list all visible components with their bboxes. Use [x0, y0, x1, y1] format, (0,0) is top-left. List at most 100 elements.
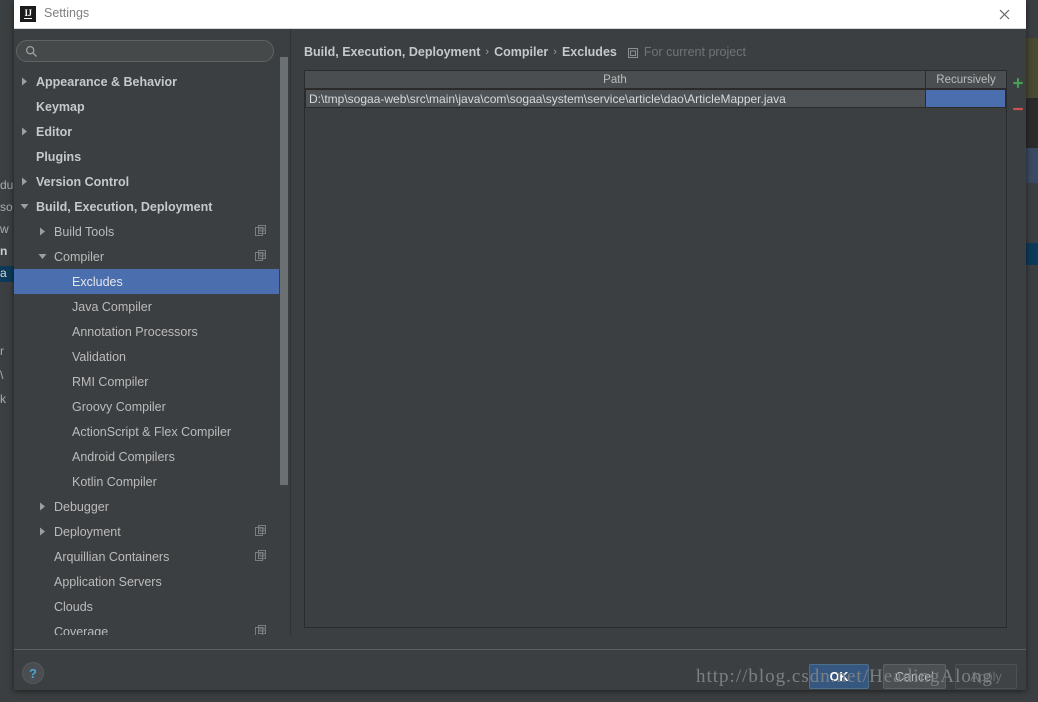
- sidebar-item-label: Debugger: [54, 499, 109, 514]
- settings-tree: Appearance & Behavior Keymap Editor Plugins…: [14, 69, 279, 635]
- sidebar-item-build-tools[interactable]: Build Tools: [14, 219, 279, 244]
- column-header-recursively[interactable]: Recursively: [926, 71, 1006, 88]
- sidebar-item-kotlin-compiler[interactable]: Kotlin Compiler: [14, 469, 279, 494]
- sidebar-item-groovy-compiler[interactable]: Groovy Compiler: [14, 394, 279, 419]
- background-strip-blue: [1026, 148, 1038, 183]
- sidebar-item-excludes[interactable]: Excludes: [14, 269, 279, 294]
- apply-button: Apply: [955, 664, 1017, 689]
- sidebar-item-label: Annotation Processors: [72, 324, 198, 339]
- add-path-button[interactable]: [1010, 70, 1026, 96]
- chevron-right-icon[interactable]: [35, 519, 49, 544]
- background-text-fragment: k: [0, 392, 6, 406]
- sidebar-item-version-control[interactable]: Version Control: [14, 169, 279, 194]
- sidebar-item-label: Coverage: [54, 624, 109, 636]
- sidebar-item-label: Plugins: [36, 149, 82, 164]
- help-button[interactable]: ?: [22, 662, 44, 684]
- breadcrumb-item-1[interactable]: Compiler: [494, 45, 548, 59]
- breadcrumb-separator: ›: [485, 46, 490, 58]
- sidebar-item-build-execution-deployment[interactable]: Build, Execution, Deployment: [14, 194, 279, 219]
- ok-button[interactable]: OK: [809, 664, 869, 689]
- dialog-titlebar: IJ Settings: [14, 0, 1026, 29]
- chevron-right-icon[interactable]: [35, 494, 49, 519]
- sidebar-item-deployment[interactable]: Deployment: [14, 519, 279, 544]
- sidebar-item-plugins[interactable]: Plugins: [14, 144, 279, 169]
- cell-recursively[interactable]: [926, 89, 1006, 108]
- search-icon: [25, 45, 38, 58]
- sidebar-item-rmi-compiler[interactable]: RMI Compiler: [14, 369, 279, 394]
- chevron-down-icon[interactable]: [17, 194, 31, 219]
- sidebar-scrollbar-thumb[interactable]: [280, 57, 288, 485]
- chevron-right-icon[interactable]: [35, 219, 49, 244]
- background-text-fragment: r: [0, 344, 4, 358]
- sidebar-item-compiler[interactable]: Compiler: [14, 244, 279, 269]
- background-text-fragment: du: [0, 178, 14, 192]
- sidebar-item-label: Java Compiler: [72, 299, 152, 314]
- module-settings-icon: [255, 525, 267, 537]
- sidebar-item-java-compiler[interactable]: Java Compiler: [14, 294, 279, 319]
- sidebar-item-coverage[interactable]: Coverage: [14, 619, 279, 635]
- sidebar-item-label: Kotlin Compiler: [72, 474, 157, 489]
- sidebar-item-keymap[interactable]: Keymap: [14, 94, 279, 119]
- project-scope-icon: [627, 47, 639, 59]
- sidebar-item-label: Validation: [72, 349, 126, 364]
- sidebar-scrollbar[interactable]: [279, 29, 289, 635]
- sidebar-item-label: Version Control: [36, 174, 130, 189]
- module-settings-icon: [255, 625, 267, 635]
- sidebar-item-android-compilers[interactable]: Android Compilers: [14, 444, 279, 469]
- sidebar-item-label: Android Compilers: [72, 449, 175, 464]
- module-settings-icon: [255, 250, 267, 262]
- module-settings-icon: [255, 225, 267, 237]
- sidebar-item-label: Editor: [36, 124, 73, 139]
- remove-path-button[interactable]: [1010, 96, 1026, 122]
- search-field-wrapper: [16, 40, 274, 62]
- sidebar-item-label: Clouds: [54, 599, 93, 614]
- sidebar-item-label: ActionScript & Flex Compiler: [72, 424, 232, 439]
- background-text-fragment: n: [0, 244, 8, 258]
- column-header-path[interactable]: Path: [305, 71, 926, 88]
- table-row[interactable]: D:\tmp\sogaa-web\src\main\java\com\sogaa…: [305, 89, 1006, 108]
- breadcrumb-item-0[interactable]: Build, Execution, Deployment: [304, 45, 480, 59]
- cell-path[interactable]: D:\tmp\sogaa-web\src\main\java\com\sogaa…: [305, 89, 926, 108]
- project-scope-label: For current project: [643, 45, 746, 59]
- sidebar-item-editor[interactable]: Editor: [14, 119, 279, 144]
- sidebar-item-appearance-behavior[interactable]: Appearance & Behavior: [14, 69, 279, 94]
- background-text-fragment-selected: a: [0, 266, 14, 282]
- sidebar-item-clouds[interactable]: Clouds: [14, 594, 279, 619]
- sidebar-item-label: RMI Compiler: [72, 374, 149, 389]
- sidebar-item-label: Compiler: [54, 249, 105, 264]
- breadcrumb-item-2[interactable]: Excludes: [562, 45, 617, 59]
- background-strip-olive: [1026, 38, 1038, 98]
- close-icon[interactable]: [982, 0, 1026, 29]
- sidebar-item-label: Arquillian Containers: [54, 549, 170, 564]
- sidebar-item-label: Build Tools: [54, 224, 115, 239]
- dialog-title: Settings: [44, 6, 90, 20]
- background-text-fragment: so: [0, 200, 13, 214]
- settings-sidebar: Appearance & Behavior Keymap Editor Plugins…: [14, 29, 279, 635]
- breadcrumb: Build, Execution, Deployment › Compiler …: [304, 43, 746, 61]
- dialog-footer: ? OK Cancel Apply: [14, 650, 1026, 690]
- sidebar-item-application-servers[interactable]: Application Servers: [14, 569, 279, 594]
- sidebar-item-arquillian-containers[interactable]: Arquillian Containers: [14, 544, 279, 569]
- search-box[interactable]: [16, 40, 274, 62]
- sidebar-item-actionscript-flex-compiler[interactable]: ActionScript & Flex Compiler: [14, 419, 279, 444]
- background-text-fragment: w: [0, 222, 9, 236]
- cancel-button[interactable]: Cancel: [883, 664, 946, 689]
- background-strip-teal: [1026, 243, 1038, 265]
- sidebar-item-label: Deployment: [54, 524, 121, 539]
- breadcrumb-separator: ›: [553, 46, 557, 58]
- sidebar-item-label: Application Servers: [54, 574, 162, 589]
- chevron-down-icon[interactable]: [35, 244, 49, 269]
- search-input[interactable]: [43, 41, 263, 61]
- dialog-body: Appearance & Behavior Keymap Editor Plugins…: [14, 29, 1026, 690]
- chevron-right-icon[interactable]: [17, 119, 31, 144]
- background-left-column: du so w n a r \ k: [0, 28, 14, 702]
- sidebar-item-validation[interactable]: Validation: [14, 344, 279, 369]
- table-toolbar: [1010, 70, 1026, 130]
- chevron-right-icon[interactable]: [17, 69, 31, 94]
- sidebar-item-annotation-processors[interactable]: Annotation Processors: [14, 319, 279, 344]
- excludes-table-panel: Path Recursively D:\tmp\sogaa-web\src\ma…: [304, 70, 1007, 628]
- settings-dialog: IJ Settings Appearance & Behavior Keymap…: [14, 0, 1026, 690]
- sidebar-item-debugger[interactable]: Debugger: [14, 494, 279, 519]
- table-header-row: Path Recursively: [305, 71, 1006, 89]
- chevron-right-icon[interactable]: [17, 169, 31, 194]
